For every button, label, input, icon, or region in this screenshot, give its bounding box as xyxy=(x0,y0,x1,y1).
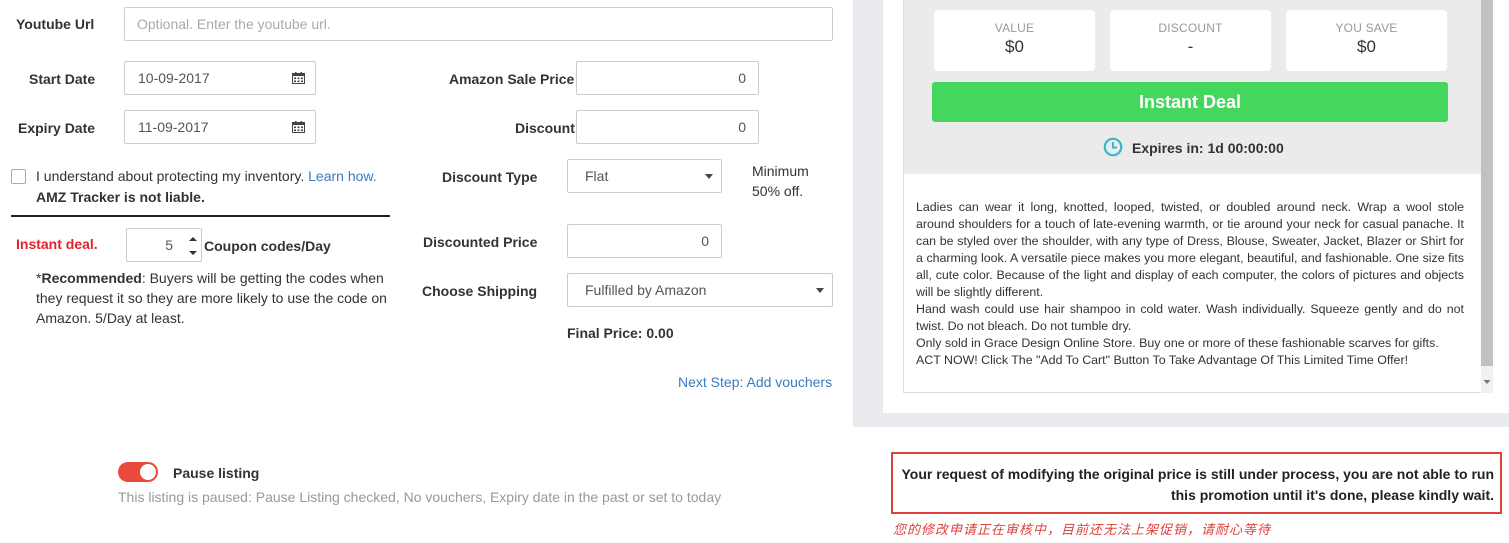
inventory-text: I understand about protecting my invento… xyxy=(36,168,377,184)
stepper-down-icon[interactable] xyxy=(187,246,199,258)
amazon-sale-price-label: Amazon Sale Price xyxy=(449,71,575,87)
section-divider xyxy=(11,215,390,217)
choose-shipping-label: Choose Shipping xyxy=(422,283,538,299)
you-save-stat-amount: $0 xyxy=(1357,37,1376,56)
hint-line-2: 50% off. xyxy=(752,183,804,199)
learn-how-link[interactable]: Learn how. xyxy=(308,168,377,184)
warning-text-chinese: 您的修改申请正在审核中，目前还无法上架促销，请耐心等待 xyxy=(893,522,1272,537)
instant-deal-button[interactable]: Instant Deal xyxy=(932,82,1448,122)
value-stat-title: VALUE xyxy=(994,21,1035,35)
description-paragraph: Hand wash could use hair shampoo in cold… xyxy=(916,302,1464,333)
discount-input[interactable] xyxy=(576,110,759,144)
discount-type-select[interactable]: Flat xyxy=(567,159,722,193)
stepper-up-icon[interactable] xyxy=(187,232,199,244)
discount-stat-title: DISCOUNT xyxy=(1158,21,1223,35)
description-paragraph: ACT NOW! Click The "Add To Cart" Button … xyxy=(916,353,1409,367)
calendar-icon[interactable] xyxy=(292,72,305,84)
pause-listing-toggle[interactable] xyxy=(118,462,158,482)
chevron-down-icon xyxy=(705,174,713,179)
recommended-note: *Recommended: Buyers will be getting the… xyxy=(36,268,390,328)
recommended-bold: Recommended xyxy=(41,270,142,286)
discounted-price-input[interactable] xyxy=(567,224,722,258)
discount-label: Discount xyxy=(515,120,575,136)
inventory-statement: I understand about protecting my invento… xyxy=(36,168,305,184)
value-stat: VALUE $0 xyxy=(934,10,1095,71)
shipping-select[interactable]: Fulfilled by Amazon xyxy=(567,273,833,307)
next-step-link[interactable]: Next Step: Add vouchers xyxy=(678,374,832,390)
expiry-date-value: 11-09-2017 xyxy=(138,119,209,135)
scrollbar-thumb[interactable] xyxy=(1481,0,1493,366)
coupon-codes-unit: Coupon codes/Day xyxy=(204,238,331,254)
expiry-date-label: Expiry Date xyxy=(18,120,96,136)
youtube-url-input[interactable] xyxy=(124,7,833,41)
amazon-sale-price-input[interactable] xyxy=(576,61,759,95)
you-save-stat: YOU SAVE $0 xyxy=(1286,10,1447,71)
expires-countdown: Expires in: 1d 00:00:00 xyxy=(1132,140,1284,156)
instant-deal-label: Instant deal. xyxy=(16,236,98,252)
discount-type-label: Discount Type xyxy=(442,169,538,185)
warning-text: Your request of modifying the original p… xyxy=(901,466,1495,503)
inventory-checkbox[interactable] xyxy=(11,169,26,184)
coupon-codes-stepper[interactable]: 5 xyxy=(126,228,202,262)
product-description: Ladies can wear it long, knotted, looped… xyxy=(916,199,1464,369)
toggle-knob xyxy=(140,464,156,480)
discounted-price-label: Discounted Price xyxy=(423,234,538,250)
discount-type-value: Flat xyxy=(585,168,609,184)
scroll-down-icon[interactable] xyxy=(1481,375,1493,389)
you-save-stat-title: YOU SAVE xyxy=(1335,21,1398,35)
chevron-down-icon xyxy=(816,288,824,293)
description-paragraph: Only sold in Grace Design Online Store. … xyxy=(916,336,1439,350)
value-stat-amount: $0 xyxy=(1005,37,1024,56)
start-date-input[interactable]: 10-09-2017 xyxy=(124,61,316,95)
discount-stat: DISCOUNT - xyxy=(1110,10,1271,71)
clock-icon xyxy=(1103,137,1123,157)
amz-tracker-disclaimer: AMZ Tracker is not liable. xyxy=(36,189,205,205)
final-price: Final Price: 0.00 xyxy=(567,325,674,341)
pause-listing-label: Pause listing xyxy=(173,465,260,481)
price-modification-warning: Your request of modifying the original p… xyxy=(891,452,1502,514)
calendar-icon[interactable] xyxy=(292,121,305,133)
youtube-url-label: Youtube Url xyxy=(16,16,95,32)
coupon-codes-value: 5 xyxy=(165,237,173,253)
description-paragraph: Ladies can wear it long, knotted, looped… xyxy=(916,200,1464,299)
minimum-discount-hint: Minimum 50% off. xyxy=(752,161,809,201)
pause-listing-hint: This listing is paused: Pause Listing ch… xyxy=(118,489,722,505)
hint-line-1: Minimum xyxy=(752,163,809,179)
start-date-label: Start Date xyxy=(29,71,96,87)
expiry-date-input[interactable]: 11-09-2017 xyxy=(124,110,316,144)
shipping-value: Fulfilled by Amazon xyxy=(585,282,707,298)
start-date-value: 10-09-2017 xyxy=(138,70,210,86)
discount-stat-amount: - xyxy=(1187,37,1194,56)
